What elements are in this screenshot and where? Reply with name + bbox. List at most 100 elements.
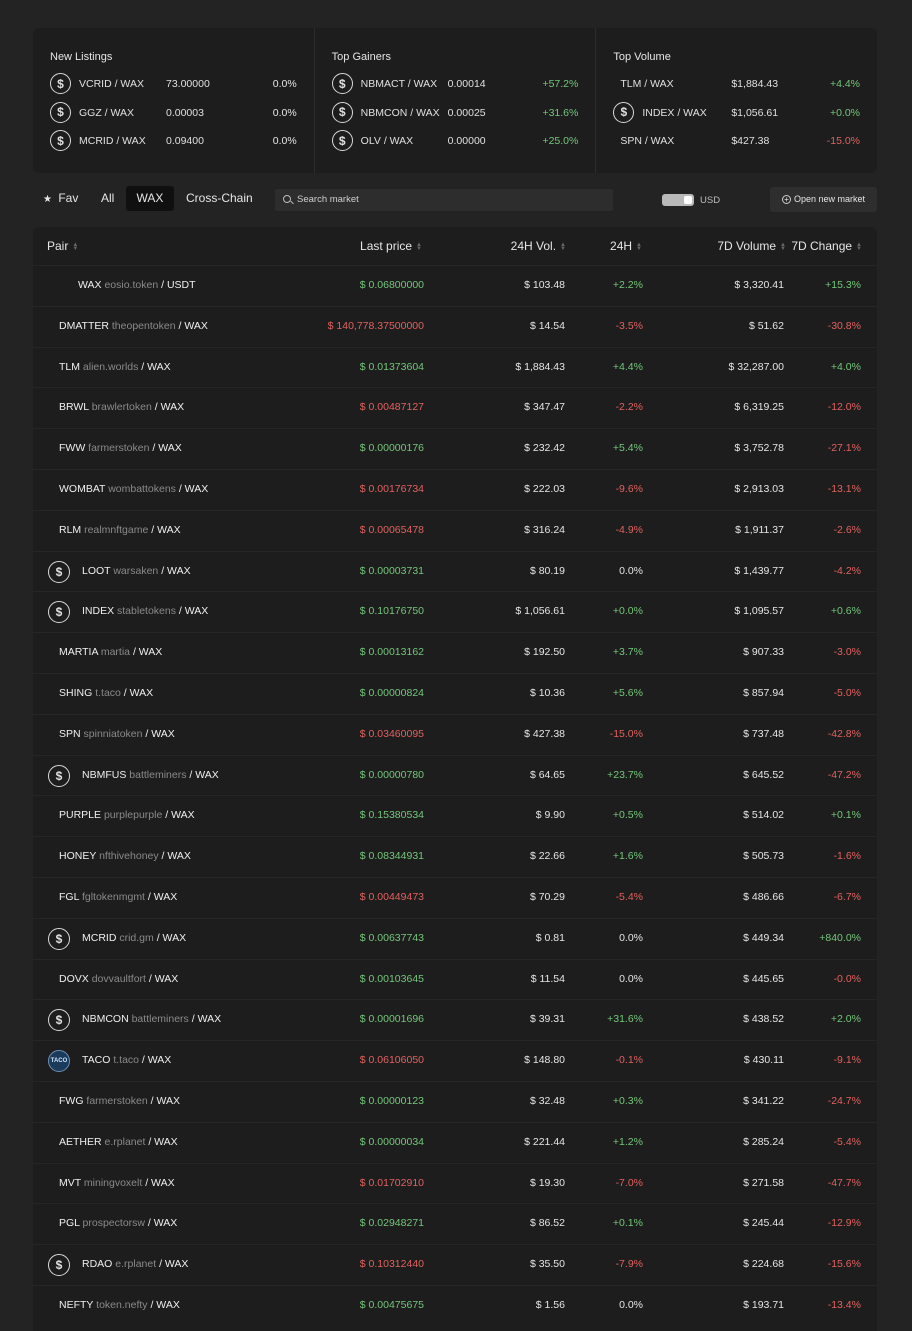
pair-cell[interactable]: TLM alien.worlds / WAX (59, 361, 171, 373)
pair-cell[interactable]: TACO t.taco / WAX (82, 1054, 171, 1066)
table-row[interactable]: MARTIA martia / WAX $ 0.00013162 $ 192.50 +… (33, 632, 877, 673)
header-24h-vol[interactable]: 24H Vol. ▲ ▼ (511, 239, 566, 253)
sort-icon: ▲ ▼ (416, 241, 422, 252)
table-row[interactable]: TLM alien.worlds / WAX $ 0.01373604 $ 1,88… (33, 346, 877, 388)
table-row[interactable]: WAX eosio.token / USDT $ 0.06800000 $ 103.… (33, 265, 877, 306)
table-row[interactable]: PURPLE purplepurple / WAX $ 0.15380534 $ 9… (33, 795, 877, 836)
table-row[interactable]: BRWL brawlertoken / WAX $ 0.00487127 $ 347… (33, 387, 877, 428)
pair-cell[interactable]: AETHER e.rplanet / WAX (59, 1136, 178, 1148)
market-summary-panel: New Listings $ VCRID / WAX 73.00000 0.0% $ GG… (33, 28, 877, 173)
table-row[interactable]: $ MCRID crid.gm / WAX $ 0.00637743 $ 0.81 0.… (33, 917, 877, 959)
change-24h-cell: +0.3% (612, 1094, 643, 1107)
table-row[interactable]: MVT miningvoxelt / WAX $ 0.01702910 $ 19.3… (33, 1162, 877, 1204)
header-24h-change-label: 24H (610, 239, 633, 253)
table-row[interactable]: NEFTY token.nefty / WAX $ 0.00475675 $ 1.5… (33, 1284, 877, 1326)
open-new-market-button[interactable]: + Open new market (770, 187, 877, 212)
token-contract: martia (100, 646, 131, 659)
header-24h-change[interactable]: 24H ▲ ▼ (610, 239, 642, 253)
table-row[interactable]: HONEY nfthivehoney / WAX $ 0.08344931 $ 22… (33, 836, 877, 877)
summary-value: 73.00000 (166, 78, 210, 90)
header-7d-volume[interactable]: 7D Volume ▲ ▼ (717, 239, 786, 253)
pair-cell[interactable]: NBMCON battleminers / WAX (82, 1013, 221, 1025)
pair-cell[interactable]: SHING t.taco / WAX (59, 687, 153, 699)
summary-row[interactable]: $ GGZ / WAX 0.00003 0.0% (50, 98, 297, 127)
token-symbol: LOOT (82, 564, 111, 577)
pair-cell[interactable]: INDEX stabletokens / WAX (82, 605, 208, 617)
table-row[interactable]: TACO TACO t.taco / WAX $ 0.06106050 $ 148.8… (33, 1040, 877, 1081)
pair-cell[interactable]: MCRID crid.gm / WAX (82, 932, 186, 944)
summary-row[interactable]: $ NBMACT / WAX 0.00014 +57.2% (331, 69, 578, 98)
table-row[interactable]: RLM realmnftgame / WAX $ 0.00065478 $ 316.… (33, 509, 877, 551)
summary-change: 0.0% (272, 106, 297, 119)
currency-toggle[interactable] (662, 194, 694, 206)
table-row[interactable]: FGL fgltokenmgmt / WAX $ 0.00449473 $ 70.2… (33, 876, 877, 918)
table-row[interactable]: $ RDAO e.rplanet / WAX $ 0.10312440 $ 35.50… (33, 1244, 877, 1285)
change-7d-cell: -2.6% (833, 523, 861, 536)
header-last-price[interactable]: Last price ▲ ▼ (360, 239, 422, 253)
pair-separator: / (150, 1298, 154, 1311)
pair-cell[interactable]: FGL fgltokenmgmt / WAX (59, 891, 177, 903)
pair-cell[interactable]: MVT miningvoxelt / WAX (59, 1177, 175, 1189)
table-row[interactable]: FWG farmerstoken / WAX $ 0.00000123 $ 32.4… (33, 1080, 877, 1122)
table-row[interactable]: WOMBAT wombattokens / WAX $ 0.00176734 $ 2… (33, 468, 877, 510)
pair-cell[interactable]: PGL prospectorsw / WAX (59, 1217, 177, 1229)
change-24h-cell: +0.0% (612, 605, 643, 618)
pair-cell[interactable]: PURPLE purplepurple / WAX (59, 809, 195, 821)
summary-row[interactable]: $ NBMCON / WAX 0.00025 +31.6% (331, 98, 578, 127)
tab-fav[interactable]: ★ Fav (33, 186, 88, 211)
quote-symbol: WAX (129, 686, 154, 699)
search-input[interactable]: Search market (275, 189, 613, 211)
summary-row[interactable]: SPN / WAX $427.38 -15.0% (613, 126, 860, 155)
header-pair[interactable]: Pair ▲ ▼ (47, 239, 78, 253)
tab-all[interactable]: All (91, 186, 124, 211)
table-row[interactable]: $ NBMFUS battleminers / WAX $ 0.00000780 $ … (33, 754, 877, 796)
pair-cell[interactable]: DMATTER theopentoken / WAX (59, 320, 208, 332)
table-row[interactable]: $ INDEX stabletokens / WAX $ 0.10176750 $ 1… (33, 591, 877, 632)
pair-cell[interactable]: DOVX dovvaultfort / WAX (59, 973, 178, 985)
table-row[interactable]: $ LOOT warsaken / WAX $ 0.00003731 $ 80.19 0… (33, 550, 877, 592)
tab-wax[interactable]: WAX (126, 186, 174, 211)
pair-cell[interactable]: WAX eosio.token / USDT (78, 279, 196, 291)
summary-row[interactable]: $ MCRID / WAX 0.09400 0.0% (50, 126, 297, 155)
token-contract: battleminers (129, 768, 187, 781)
summary-row[interactable]: $ VCRID / WAX 73.00000 0.0% (50, 69, 297, 98)
change-24h-cell: +4.4% (612, 360, 643, 373)
pair-separator: / (150, 1094, 154, 1107)
pair-cell[interactable]: WOMBAT wombattokens / WAX (59, 483, 208, 495)
header-7d-change[interactable]: 7D Change ▲ ▼ (791, 239, 862, 253)
pair-cell[interactable]: MARTIA martia / WAX (59, 646, 162, 658)
pair-cell[interactable]: BRWL brawlertoken / WAX (59, 401, 184, 413)
table-row[interactable]: DMATTER theopentoken / WAX $ 140,778.3750… (33, 305, 877, 347)
pair-cell[interactable]: RLM realmnftgame / WAX (59, 524, 181, 536)
change-24h-cell: +2.2% (612, 279, 643, 291)
table-row[interactable]: AETHER e.rplanet / WAX $ 0.00000034 $ 221.… (33, 1121, 877, 1163)
top-volume-title: Top Volume (613, 51, 671, 63)
change-7d-cell: -12.0% (827, 401, 861, 414)
price-cell: $ 0.00013162 (359, 646, 424, 659)
summary-change: 0.0% (272, 135, 297, 147)
top-gainers-section: Top Gainers $ NBMACT / WAX 0.00014 +57.2% $ N… (315, 28, 597, 173)
table-row[interactable]: $ NBMCON battleminers / WAX $ 0.00001696 $ … (33, 999, 877, 1040)
change-7d-cell: +2.0% (830, 1013, 861, 1026)
summary-row[interactable]: $ OLV / WAX 0.00000 +25.0% (331, 126, 578, 155)
pair-cell[interactable]: FWG farmerstoken / WAX (59, 1095, 180, 1107)
pair-cell[interactable]: LOOT warsaken / WAX (82, 565, 191, 577)
summary-row[interactable]: TLM / WAX $1,884.43 +4.4% (613, 69, 860, 98)
table-row[interactable]: SHING t.taco / WAX $ 0.00000824 $ 10.36 +5.… (33, 672, 877, 714)
token-contract: stabletokens (117, 605, 176, 618)
pair-cell[interactable]: NBMFUS battleminers / WAX (82, 769, 219, 781)
summary-row[interactable]: $ INDEX / WAX $1,056.61 +0.0% (613, 98, 860, 127)
change-24h-cell: +5.6% (612, 686, 643, 699)
table-row[interactable]: SPN spinniatoken / WAX $ 0.03460095 $ 427.… (33, 713, 877, 755)
token-symbol: BRWL (59, 401, 89, 414)
table-row[interactable]: FWW farmerstoken / WAX $ 0.00000176 $ 232.… (33, 428, 877, 469)
pair-cell[interactable]: FWW farmerstoken / WAX (59, 442, 182, 454)
pair-cell[interactable]: RDAO e.rplanet / WAX (82, 1258, 188, 1270)
tab-cross-chain[interactable]: Cross-Chain (176, 186, 263, 211)
pair-cell[interactable]: HONEY nfthivehoney / WAX (59, 850, 191, 862)
table-row[interactable]: PGL prospectorsw / WAX $ 0.02948271 $ 86.5… (33, 1203, 877, 1244)
pair-cell[interactable]: NEFTY token.nefty / WAX (59, 1299, 180, 1311)
price-cell: $ 0.06106050 (359, 1054, 424, 1067)
table-row[interactable]: DOVX dovvaultfort / WAX $ 0.00103645 $ 11.… (33, 958, 877, 1000)
pair-cell[interactable]: SPN spinniatoken / WAX (59, 728, 175, 740)
